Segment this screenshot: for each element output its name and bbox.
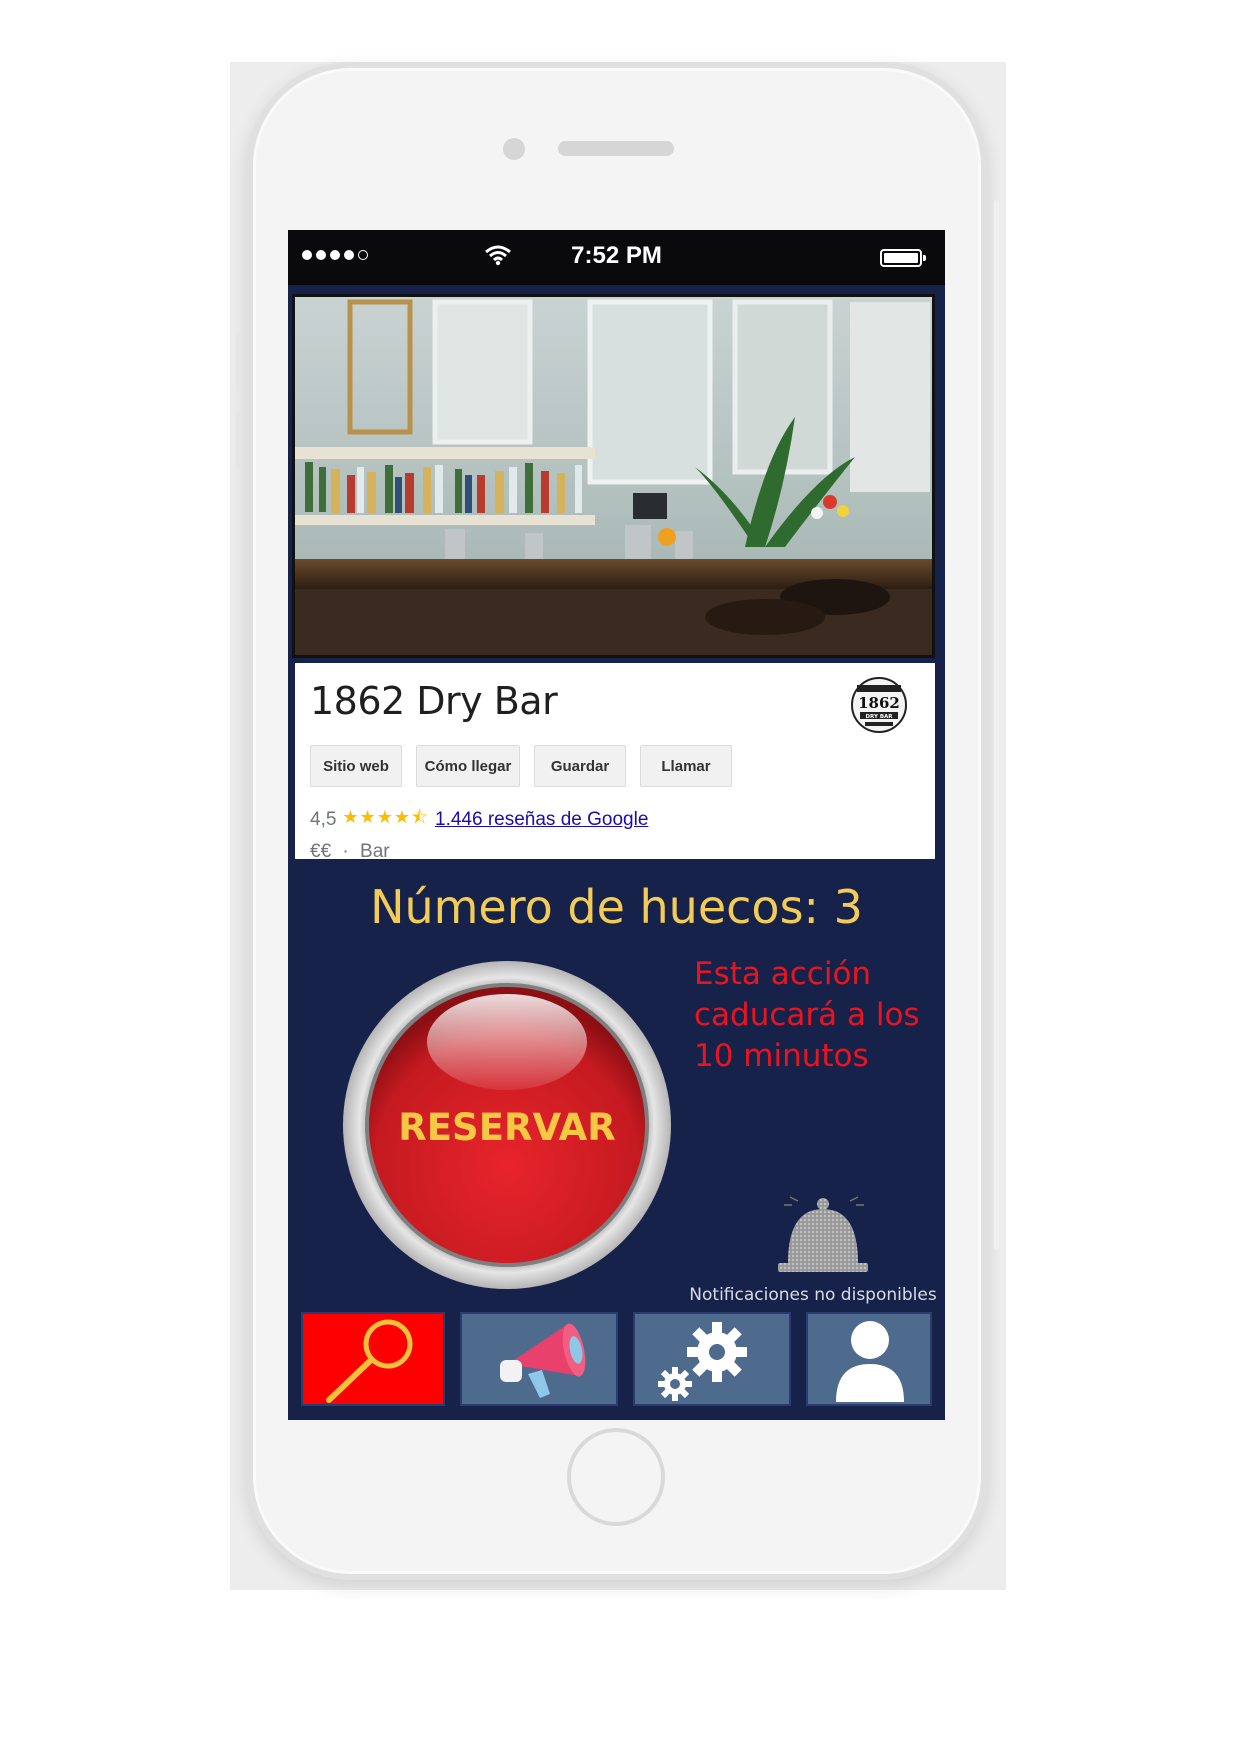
reserve-label: RESERVAR [398, 1106, 615, 1149]
warning-line: 10 minutos [694, 1038, 869, 1074]
home-button[interactable] [567, 1428, 665, 1526]
logo-subtext: DRY BAR [865, 714, 893, 720]
reserve-button[interactable]: RESERVAR [342, 960, 672, 1290]
warning-line: caducará a los [694, 997, 920, 1033]
gears-icon [658, 1322, 747, 1401]
magnifier-icon [326, 1319, 413, 1403]
notifications-status: Notificaciones no disponibles [689, 1285, 937, 1305]
slots-count: Número de huecos: 3 [370, 880, 863, 934]
warning-line: Esta acción [694, 956, 872, 992]
place-info-card: 1862 Dry Bar 1862 DRY BAR Sitio web Cómo… [295, 663, 935, 862]
bar-photo [292, 294, 935, 658]
place-actions: Sitio web Cómo llegar Guardar Llamar [310, 745, 732, 787]
earpiece-speaker [558, 141, 674, 156]
tab-announcements[interactable] [460, 1312, 618, 1406]
meta-separator: · [342, 841, 349, 862]
volume-up-button [236, 332, 241, 392]
tab-profile[interactable] [806, 1312, 932, 1406]
bell-icon [778, 1196, 868, 1272]
status-time: 7:52 PM [571, 242, 662, 269]
status-bar: 7:52 PM [288, 230, 945, 285]
expiry-warning: Esta acción caducará a los 10 minutos [694, 954, 934, 1077]
website-button[interactable]: Sitio web [310, 745, 402, 787]
rating-row: 4,5 ★★★★⯪ 1.446 reseñas de Google [310, 805, 648, 835]
star-rating-icon: ★★★★⯪ [342, 807, 430, 827]
logo-text: 1862 [858, 694, 900, 712]
rating-value: 4,5 [310, 809, 337, 830]
place-category: Bar [360, 841, 390, 862]
meta-row: €€ · Bar [310, 841, 390, 863]
volume-down-button [236, 410, 241, 470]
reviews-link[interactable]: 1.446 reseñas de Google [435, 809, 648, 831]
tab-settings[interactable] [633, 1312, 791, 1406]
battery-icon [880, 249, 926, 267]
tab-search[interactable] [301, 1312, 445, 1406]
price-level: €€ [310, 841, 332, 862]
front-camera [503, 138, 525, 160]
save-button[interactable]: Guardar [534, 745, 626, 787]
user-icon [836, 1321, 904, 1402]
side-edge [994, 200, 999, 1250]
place-name: 1862 Dry Bar [310, 679, 558, 723]
call-button[interactable]: Llamar [640, 745, 732, 787]
app-screen: 7:52 PM 1862 Dry Bar 1862 DRY BAR Sitio … [288, 230, 945, 1420]
bar-logo: 1862 DRY BAR [851, 677, 907, 733]
megaphone-icon [500, 1323, 586, 1398]
directions-button[interactable]: Cómo llegar [416, 745, 520, 787]
